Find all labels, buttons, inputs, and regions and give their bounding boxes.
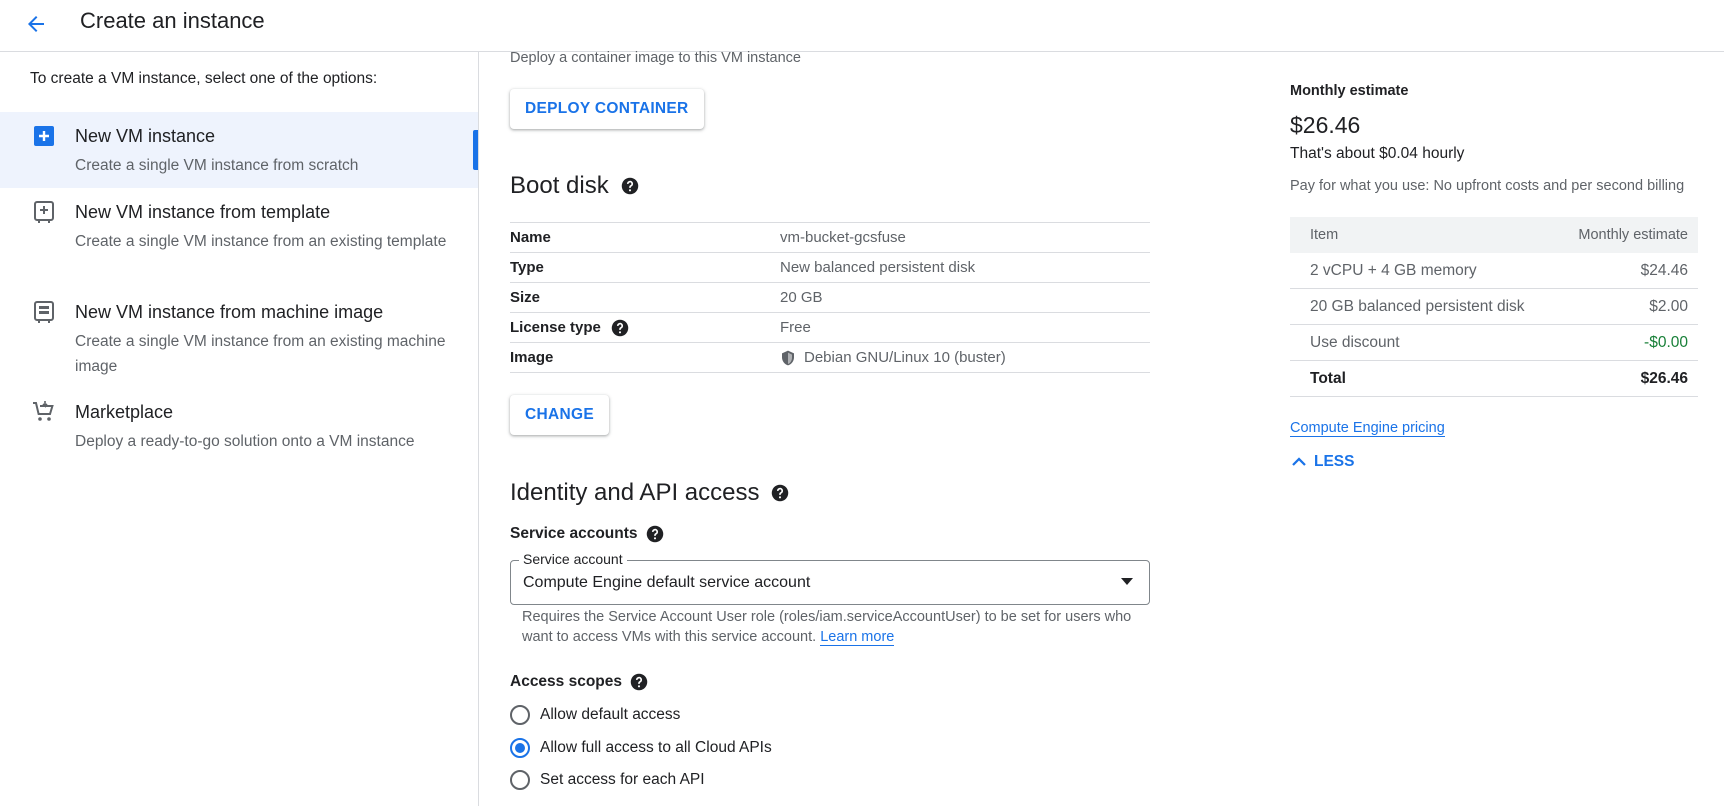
disk-value: 20 GB xyxy=(780,289,823,306)
change-boot-disk-button[interactable]: CHANGE xyxy=(510,395,609,435)
access-scopes-text: Access scopes xyxy=(510,673,623,690)
billing-note: Pay for what you use: No upfront costs a… xyxy=(1290,178,1685,194)
hourly-estimate: That's about $0.04 hourly xyxy=(1290,145,1465,162)
service-account-select[interactable]: Service account Compute Engine default s… xyxy=(510,551,1150,605)
container-description: Deploy a container image to this VM inst… xyxy=(510,50,801,66)
disk-key: Image xyxy=(510,349,554,366)
option-desc: Create a single VM instance from scratch xyxy=(75,157,359,174)
estimate-item: 20 GB balanced persistent disk xyxy=(1310,297,1525,315)
option-title: New VM instance from template xyxy=(75,202,331,222)
selected-indicator xyxy=(473,130,478,170)
estimate-item: 2 vCPU + 4 GB memory xyxy=(1310,261,1477,279)
table-row: Use discount -$0.00 xyxy=(1290,325,1698,361)
identity-title: Identity and API access xyxy=(510,479,760,506)
header: Create an instance xyxy=(0,0,1724,52)
service-accounts-text: Service accounts xyxy=(510,525,638,542)
scope-radio-full-access[interactable]: Allow full access to all Cloud APIs xyxy=(510,738,772,758)
radio-button-selected[interactable] xyxy=(510,738,530,758)
estimate-cost: $24.46 xyxy=(1640,261,1688,279)
service-account-value: Compute Engine default service account xyxy=(523,574,811,591)
arrow-back-icon xyxy=(28,16,44,32)
scope-radio-default[interactable]: Allow default access xyxy=(510,705,680,725)
less-label: LESS xyxy=(1314,453,1355,470)
estimate-item: Use discount xyxy=(1310,333,1400,351)
cart-icon xyxy=(33,401,54,421)
service-account-legend: Service account xyxy=(519,551,627,567)
help-icon[interactable] xyxy=(630,673,648,691)
estimate-cost: $26.46 xyxy=(1640,369,1688,387)
option-title: New VM instance from machine image xyxy=(75,302,384,322)
table-row: License type Free xyxy=(510,313,1150,343)
option-new-vm-instance[interactable]: New VM instance Create a single VM insta… xyxy=(0,112,478,188)
help-icon[interactable] xyxy=(771,484,789,502)
estimate-table: Item Monthly estimate 2 vCPU + 4 GB memo… xyxy=(1290,217,1698,397)
learn-more-link[interactable]: Learn more xyxy=(820,629,895,646)
disk-value: Debian GNU/Linux 10 (buster) xyxy=(804,349,1006,366)
identity-heading: Identity and API access xyxy=(510,479,789,507)
option-new-vm-from-machine-image[interactable]: New VM instance from machine image Creat… xyxy=(0,288,478,388)
help-icon[interactable] xyxy=(646,525,664,543)
estimate-cost: $2.00 xyxy=(1649,297,1688,315)
help-icon[interactable] xyxy=(611,319,629,337)
template-icon xyxy=(34,201,54,223)
scope-radio-each-api[interactable]: Set access for each API xyxy=(510,770,705,790)
table-row: Type New balanced persistent disk xyxy=(510,253,1150,283)
service-accounts-label: Service accounts xyxy=(510,525,664,543)
estimate-cost-discount: -$0.00 xyxy=(1644,333,1688,351)
header-item: Item xyxy=(1310,227,1339,243)
monthly-estimate-amount: $26.46 xyxy=(1290,112,1361,138)
chevron-up-icon xyxy=(1292,457,1306,466)
disk-value: Free xyxy=(780,319,811,336)
less-button[interactable]: LESS xyxy=(1290,453,1354,471)
option-marketplace[interactable]: Marketplace Deploy a ready-to-go solutio… xyxy=(0,388,478,464)
creation-options-panel: To create a VM instance, select one of t… xyxy=(0,52,479,806)
disk-value-image: Debian GNU/Linux 10 (buster) xyxy=(780,349,1006,366)
back-button[interactable] xyxy=(20,8,52,40)
disk-key: Type xyxy=(510,259,544,276)
disk-key: Size xyxy=(510,289,541,306)
add-box-icon xyxy=(34,126,54,146)
header-monthly-estimate: Monthly estimate xyxy=(1578,227,1688,243)
compute-engine-pricing-link[interactable]: Compute Engine pricing xyxy=(1290,420,1445,437)
shield-icon xyxy=(782,350,794,365)
radio-label: Set access for each API xyxy=(540,771,705,788)
dropdown-arrow-icon xyxy=(1121,578,1133,585)
disk-key: License type xyxy=(510,319,601,336)
option-title: New VM instance xyxy=(75,126,216,146)
option-desc: Create a single VM instance from an exis… xyxy=(75,233,447,250)
estimate-table-header: Item Monthly estimate xyxy=(1290,217,1698,253)
radio-label: Allow default access xyxy=(540,706,681,723)
table-row: Name vm-bucket-gcsfuse xyxy=(510,223,1150,253)
monthly-estimate-label: Monthly estimate xyxy=(1290,83,1409,99)
disk-key-license: License type xyxy=(510,319,780,337)
service-account-hint: Requires the Service Account User role (… xyxy=(522,607,1142,647)
table-row: Size 20 GB xyxy=(510,283,1150,313)
table-row: 20 GB balanced persistent disk $2.00 xyxy=(1290,289,1698,325)
boot-disk-table: Name vm-bucket-gcsfuse Type New balanced… xyxy=(510,222,1150,373)
boot-disk-title: Boot disk xyxy=(510,172,609,199)
option-desc: Deploy a ready-to-go solution onto a VM … xyxy=(75,433,415,450)
disk-key: Name xyxy=(510,229,551,246)
options-intro: To create a VM instance, select one of t… xyxy=(30,70,378,87)
deploy-container-button[interactable]: DEPLOY CONTAINER xyxy=(510,89,704,129)
table-row-total: Total $26.46 xyxy=(1290,361,1698,397)
table-row: Image Debian GNU/Linux 10 (buster) xyxy=(510,343,1150,373)
access-scopes-label: Access scopes xyxy=(510,673,648,691)
table-row: 2 vCPU + 4 GB memory $24.46 xyxy=(1290,253,1698,289)
page-title: Create an instance xyxy=(80,8,265,33)
boot-disk-heading: Boot disk xyxy=(510,172,639,200)
option-new-vm-from-template[interactable]: New VM instance from template Create a s… xyxy=(0,188,478,288)
radio-label: Allow full access to all Cloud APIs xyxy=(540,739,772,756)
machine-image-icon xyxy=(34,301,54,323)
option-title: Marketplace xyxy=(75,402,174,422)
radio-button[interactable] xyxy=(510,770,530,790)
disk-value: New balanced persistent disk xyxy=(780,259,976,276)
help-icon[interactable] xyxy=(621,177,639,195)
estimate-item: Total xyxy=(1310,369,1346,387)
option-desc: Create a single VM instance from an exis… xyxy=(75,333,446,375)
radio-button[interactable] xyxy=(510,705,530,725)
disk-value: vm-bucket-gcsfuse xyxy=(780,229,906,246)
